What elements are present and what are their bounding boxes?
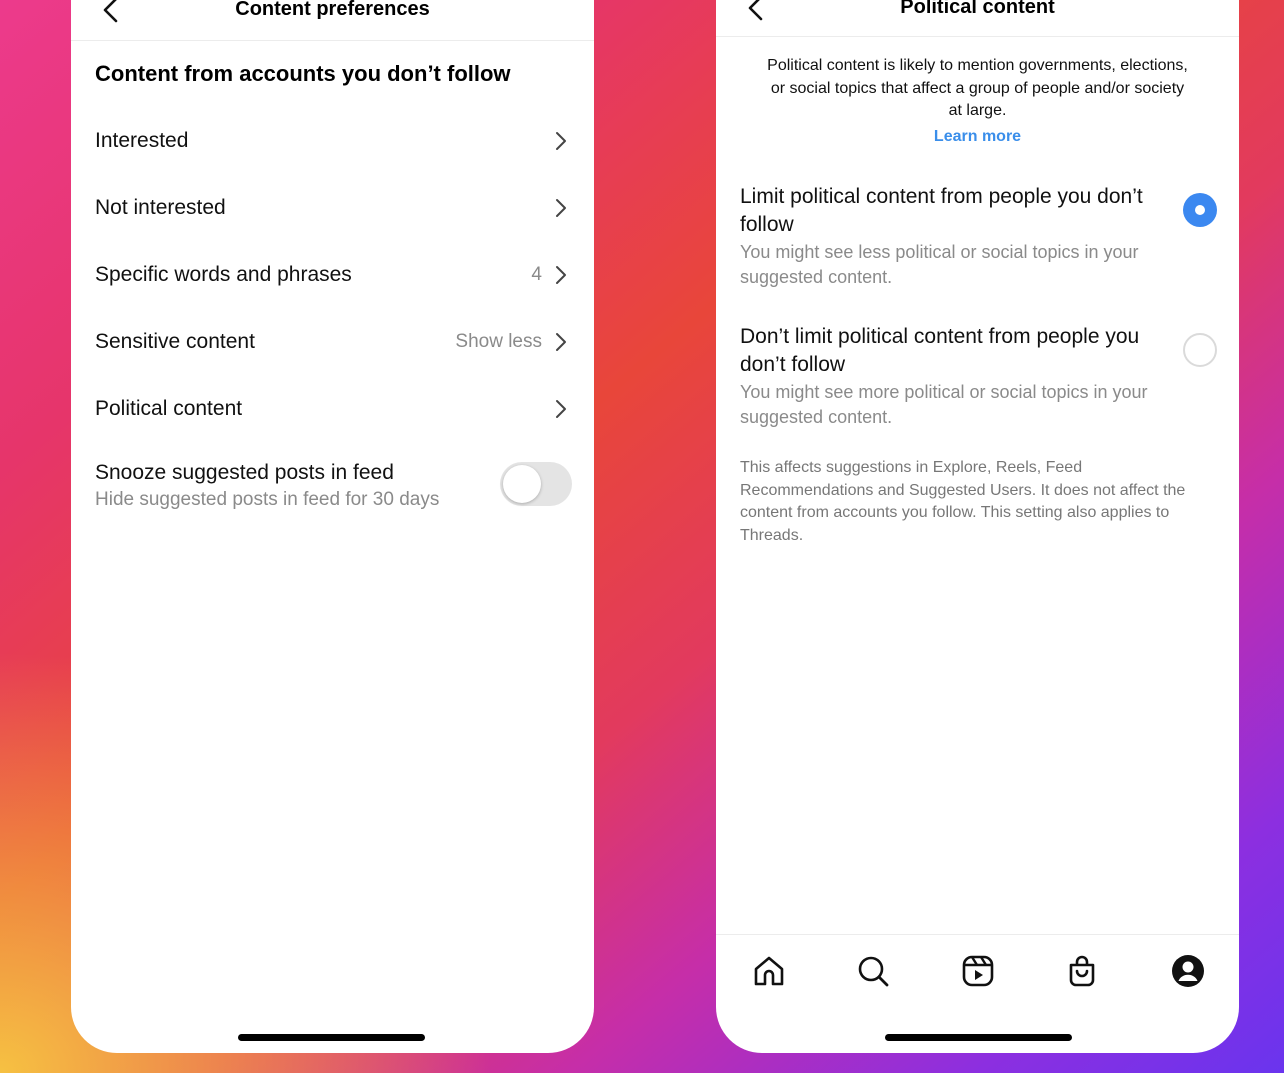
row-label: Interested bbox=[95, 129, 189, 152]
tab-home[interactable] bbox=[749, 951, 789, 991]
learn-more-link[interactable]: Learn more bbox=[716, 128, 1239, 146]
tab-profile[interactable] bbox=[1168, 951, 1208, 991]
page-title: Political content bbox=[900, 0, 1055, 18]
home-indicator bbox=[238, 1034, 425, 1041]
radio-limit-selected[interactable] bbox=[1183, 193, 1217, 227]
tab-search[interactable] bbox=[853, 951, 893, 991]
tab-reels[interactable] bbox=[958, 951, 998, 991]
chevron-right-icon bbox=[556, 199, 566, 217]
snooze-subtitle: Hide suggested posts in feed for 30 days bbox=[95, 489, 440, 510]
row-count: 4 bbox=[531, 264, 542, 285]
political-content-screen: Political content Political content is l… bbox=[716, 0, 1239, 1053]
snooze-title: Snooze suggested posts in feed bbox=[95, 461, 394, 484]
tab-shop[interactable] bbox=[1062, 951, 1102, 991]
row-not-interested[interactable]: Not interested bbox=[71, 182, 594, 234]
toggle-knob bbox=[503, 465, 541, 503]
reels-icon bbox=[962, 955, 994, 987]
section-heading: Content from accounts you don’t follow bbox=[95, 61, 511, 86]
option-dont-limit[interactable]: Don’t limit political content from peopl… bbox=[740, 323, 1170, 430]
option-title: Limit political content from people you … bbox=[740, 185, 1143, 236]
row-label: Not interested bbox=[95, 196, 226, 219]
chevron-right-icon bbox=[556, 132, 566, 150]
content-preferences-screen: Content preferences Content from account… bbox=[71, 0, 594, 1053]
top-bar: Content preferences bbox=[71, 0, 594, 41]
home-indicator bbox=[885, 1034, 1072, 1041]
radio-dont-limit[interactable] bbox=[1183, 333, 1217, 367]
home-icon bbox=[754, 956, 784, 986]
option-subtitle: You might see more political or social t… bbox=[740, 382, 1148, 427]
option-title: Don’t limit political content from peopl… bbox=[740, 325, 1140, 376]
chevron-right-icon bbox=[556, 266, 566, 284]
tab-bar bbox=[716, 934, 1239, 1015]
top-bar: Political content bbox=[716, 0, 1239, 37]
row-sensitive-content[interactable]: Sensitive content Show less bbox=[71, 316, 594, 368]
chevron-right-icon bbox=[556, 333, 566, 351]
shop-icon bbox=[1069, 955, 1095, 987]
option-limit[interactable]: Limit political content from people you … bbox=[740, 183, 1170, 290]
row-label: Sensitive content bbox=[95, 330, 255, 353]
page-title: Content preferences bbox=[235, 0, 430, 20]
search-icon bbox=[858, 956, 889, 987]
row-value: Show less bbox=[455, 331, 542, 352]
row-specific-words[interactable]: Specific words and phrases 4 bbox=[71, 249, 594, 301]
row-interested[interactable]: Interested bbox=[71, 115, 594, 167]
footnote: This affects suggestions in Explore, Ree… bbox=[740, 459, 1186, 544]
description: Political content is likely to mention g… bbox=[767, 57, 1188, 119]
chevron-right-icon bbox=[556, 400, 566, 418]
row-label: Specific words and phrases bbox=[95, 263, 352, 286]
option-subtitle: You might see less political or social t… bbox=[740, 242, 1139, 287]
row-political-content[interactable]: Political content bbox=[71, 383, 594, 435]
row-label: Political content bbox=[95, 397, 243, 420]
snooze-toggle[interactable] bbox=[500, 462, 572, 506]
profile-icon bbox=[1172, 955, 1204, 987]
